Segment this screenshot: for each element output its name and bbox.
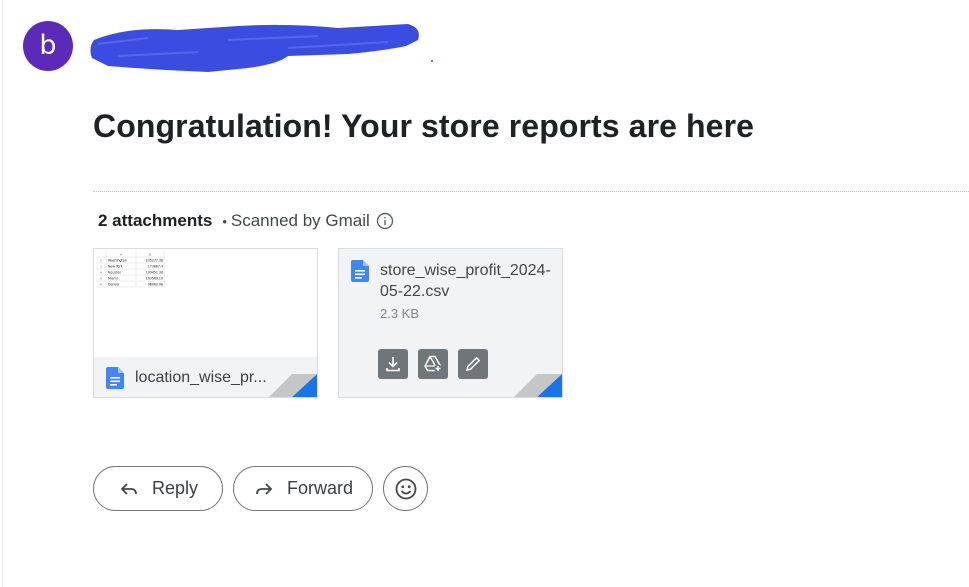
thumb-cell: 103569.10 <box>146 277 163 281</box>
attachment-card-location[interactable]: A B 2 Washington 235277.38 3 New York 17… <box>93 248 318 398</box>
attachment-actions <box>378 349 488 379</box>
thumb-cell: 235277.38 <box>146 259 163 263</box>
separator-dot: • <box>222 213 227 229</box>
corner-fold <box>514 374 562 397</box>
corner-fold <box>269 374 317 397</box>
thumb-row-num: 3 <box>100 265 102 269</box>
drive-add-icon <box>424 355 442 373</box>
forward-label: Forward <box>286 478 353 498</box>
add-to-drive-button[interactable] <box>418 349 448 379</box>
attachment-title-row: store_wise_profit_2024-05-22.csv <box>351 260 555 302</box>
doc-icon <box>106 367 124 389</box>
thumb-cell: Houston <box>108 271 121 275</box>
forward-button[interactable]: Forward <box>233 466 373 511</box>
red-dot <box>431 60 433 62</box>
download-icon <box>386 357 400 372</box>
edit-button[interactable] <box>458 349 488 379</box>
thumb-cell: New York <box>108 265 123 269</box>
emoji-reaction-button[interactable] <box>383 466 428 511</box>
thumb-cell: Washington <box>108 259 127 263</box>
reply-button[interactable]: Reply <box>93 466 223 511</box>
thumb-cell: 96062.98 <box>148 283 163 287</box>
thumb-cell: Denver <box>108 283 120 287</box>
avatar-letter: b <box>39 29 57 61</box>
reply-icon <box>118 478 140 500</box>
thumb-row-num: 2 <box>100 259 102 263</box>
attachments-divider <box>93 191 969 192</box>
attachment-name: location_wise_pr... <box>135 369 267 386</box>
spreadsheet-preview: A B 2 Washington 235277.38 3 New York 17… <box>96 251 166 291</box>
smiley-icon <box>395 478 416 499</box>
avatar[interactable]: b <box>23 21 73 71</box>
attachment-thumbnail: A B 2 Washington 235277.38 3 New York 17… <box>94 249 317 357</box>
forward-icon <box>253 478 275 500</box>
thumb-cell: 109452.38 <box>146 271 163 275</box>
info-icon[interactable] <box>376 212 394 230</box>
thumb-cell: Miami <box>108 277 118 281</box>
scanned-label: Scanned by Gmail <box>230 211 370 230</box>
attachments-header: 2 attachments • Scanned by Gmail <box>98 210 394 232</box>
pencil-icon <box>466 356 481 371</box>
thumb-row-num: 6 <box>100 283 102 287</box>
thumb-cell: 173867.4 <box>148 265 163 269</box>
doc-icon <box>351 260 369 282</box>
sender-redaction <box>90 24 419 72</box>
attachment-size: 2.3 KB <box>380 306 420 321</box>
attachments-count: 2 attachments <box>98 211 213 230</box>
thumb-row-num: 5 <box>100 277 102 281</box>
attachment-card-store[interactable]: store_wise_profit_2024-05-22.csv 2.3 KB <box>338 248 563 398</box>
thumb-col-b: B <box>149 253 151 257</box>
reply-label: Reply <box>151 478 199 498</box>
left-divider <box>2 0 3 587</box>
attachment-name: store_wise_profit_2024-05-22.csv <box>380 262 551 300</box>
email-subject: Congratulation! Your store reports are h… <box>93 108 755 144</box>
download-button[interactable] <box>378 349 408 379</box>
thumb-row-num: 4 <box>100 271 102 275</box>
